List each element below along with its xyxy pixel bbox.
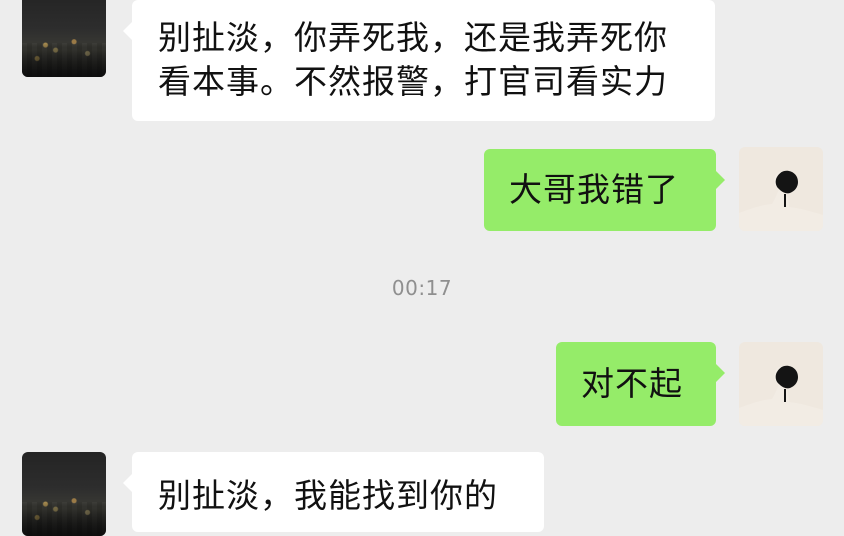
outgoing-message-bubble[interactable]: 对不起 [556,342,725,426]
timestamp: 00:17 [391,276,453,300]
user-avatar-icon[interactable] [739,147,823,231]
chat-view: 别扯淡，你弄死我，还是我弄死你 看本事。不然报警，打官司看实力 大哥我错了 00… [0,0,844,536]
incoming-message-bubble[interactable]: 别扯淡，你弄死我，还是我弄死你 看本事。不然报警，打官司看实力 [123,0,715,121]
contact-avatar-icon[interactable] [22,452,106,536]
outgoing-message-bubble[interactable]: 大哥我错了 [484,149,725,231]
incoming-message-bubble[interactable]: 别扯淡，我能找到你的 [123,452,544,532]
user-avatar-icon[interactable] [739,342,823,426]
contact-avatar-icon[interactable] [22,0,106,77]
